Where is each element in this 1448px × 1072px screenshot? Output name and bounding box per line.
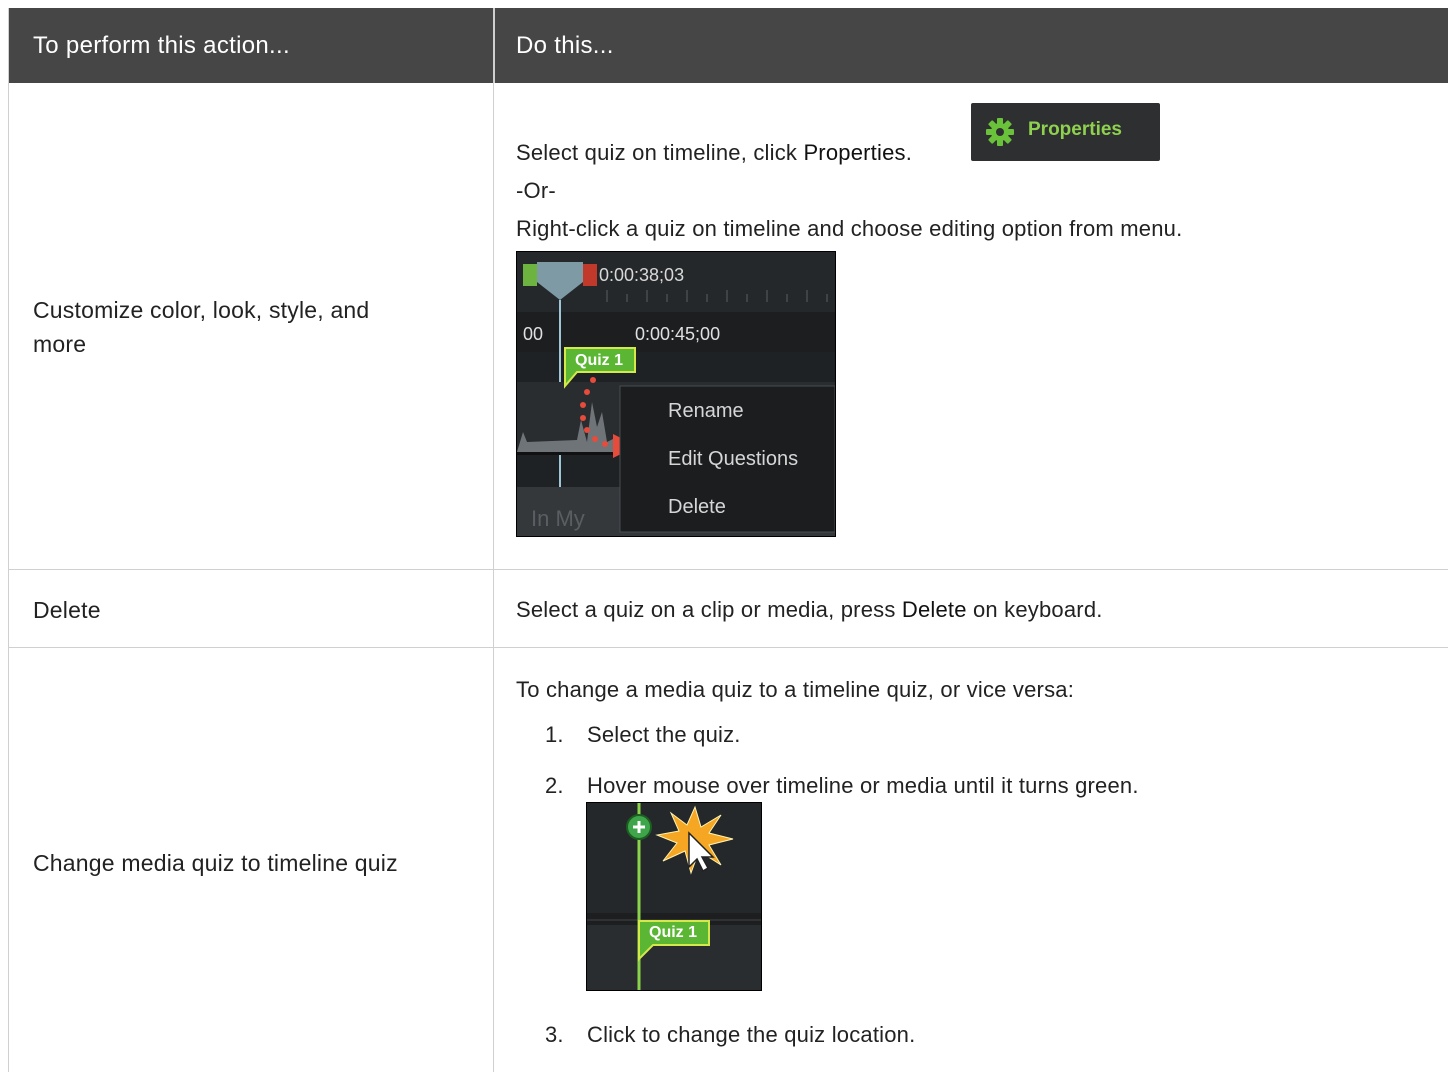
header-instruction-column: Do this...	[516, 32, 614, 59]
context-menu-delete[interactable]: Delete	[668, 496, 726, 519]
row1-or: -Or-	[516, 178, 556, 203]
row1-step: Select quiz on timeline, click Propertie…	[516, 140, 912, 166]
row2-text-bold: Delete	[901, 597, 967, 622]
step-number: 2.	[545, 773, 564, 798]
context-menu-edit-questions[interactable]: Edit Questions	[668, 448, 798, 471]
quiz-marker-label: Quiz 1	[575, 352, 624, 369]
timeline-time-left: 00	[523, 324, 544, 344]
hover-screenshot: Quiz 1	[586, 802, 762, 991]
row1-action: Customize color, look, style, and more	[33, 293, 369, 361]
properties-button-label: Properties	[1028, 119, 1122, 140]
header-divider	[493, 8, 495, 83]
step-2-text: Hover mouse over timeline or media until…	[587, 773, 1139, 798]
step-number: 1.	[545, 722, 564, 747]
step-number: 3.	[545, 1022, 564, 1047]
gear-icon	[986, 118, 1014, 146]
context-menu-rename[interactable]: Rename	[668, 400, 744, 423]
timeline-time-top: 0:00:38;03	[599, 265, 685, 285]
timeline-context-menu-screenshot: 0:00:38;03 00 0:00:45;00 Quiz 1 Rename E…	[516, 251, 836, 537]
timeline-graphic	[517, 252, 835, 536]
row1-alt: Right-click a quiz on timeline and choos…	[516, 216, 1183, 241]
actions-table: To perform this action... Do this... Cus…	[8, 8, 1448, 1072]
row1-step-suffix: .	[905, 140, 913, 165]
row1-action-line1: Customize color, look, style, and	[33, 297, 370, 323]
row2-action: Delete	[33, 597, 101, 623]
row-divider	[9, 647, 1448, 648]
table-header: To perform this action... Do this...	[9, 8, 1448, 83]
row3-intro: To change a media quiz to a timeline qui…	[516, 677, 1075, 702]
row2-instruction: Select a quiz on a clip or media, press …	[516, 597, 1103, 623]
row2-text: Select a quiz on a clip or media, press	[516, 597, 902, 622]
column-divider	[493, 83, 494, 1072]
row2-text-suffix: on keyboard.	[966, 597, 1103, 622]
timeline-time-mid: 0:00:45;00	[635, 324, 721, 344]
hover-graphic	[587, 803, 761, 990]
track-text: In My	[531, 506, 585, 531]
step-3-text: Click to change the quiz location.	[587, 1022, 916, 1047]
quiz-marker-label: Quiz 1	[649, 924, 698, 941]
row1-step-bold: Properties	[803, 140, 906, 165]
row1-action-line2: more	[33, 331, 87, 357]
step-1-text: Select the quiz.	[587, 722, 741, 747]
row1-step-text: Select quiz on timeline, click	[516, 140, 804, 165]
properties-button[interactable]: Properties	[971, 103, 1160, 161]
row3-action: Change media quiz to timeline quiz	[33, 850, 398, 876]
row-divider	[9, 569, 1448, 570]
header-action-column: To perform this action...	[33, 32, 290, 59]
